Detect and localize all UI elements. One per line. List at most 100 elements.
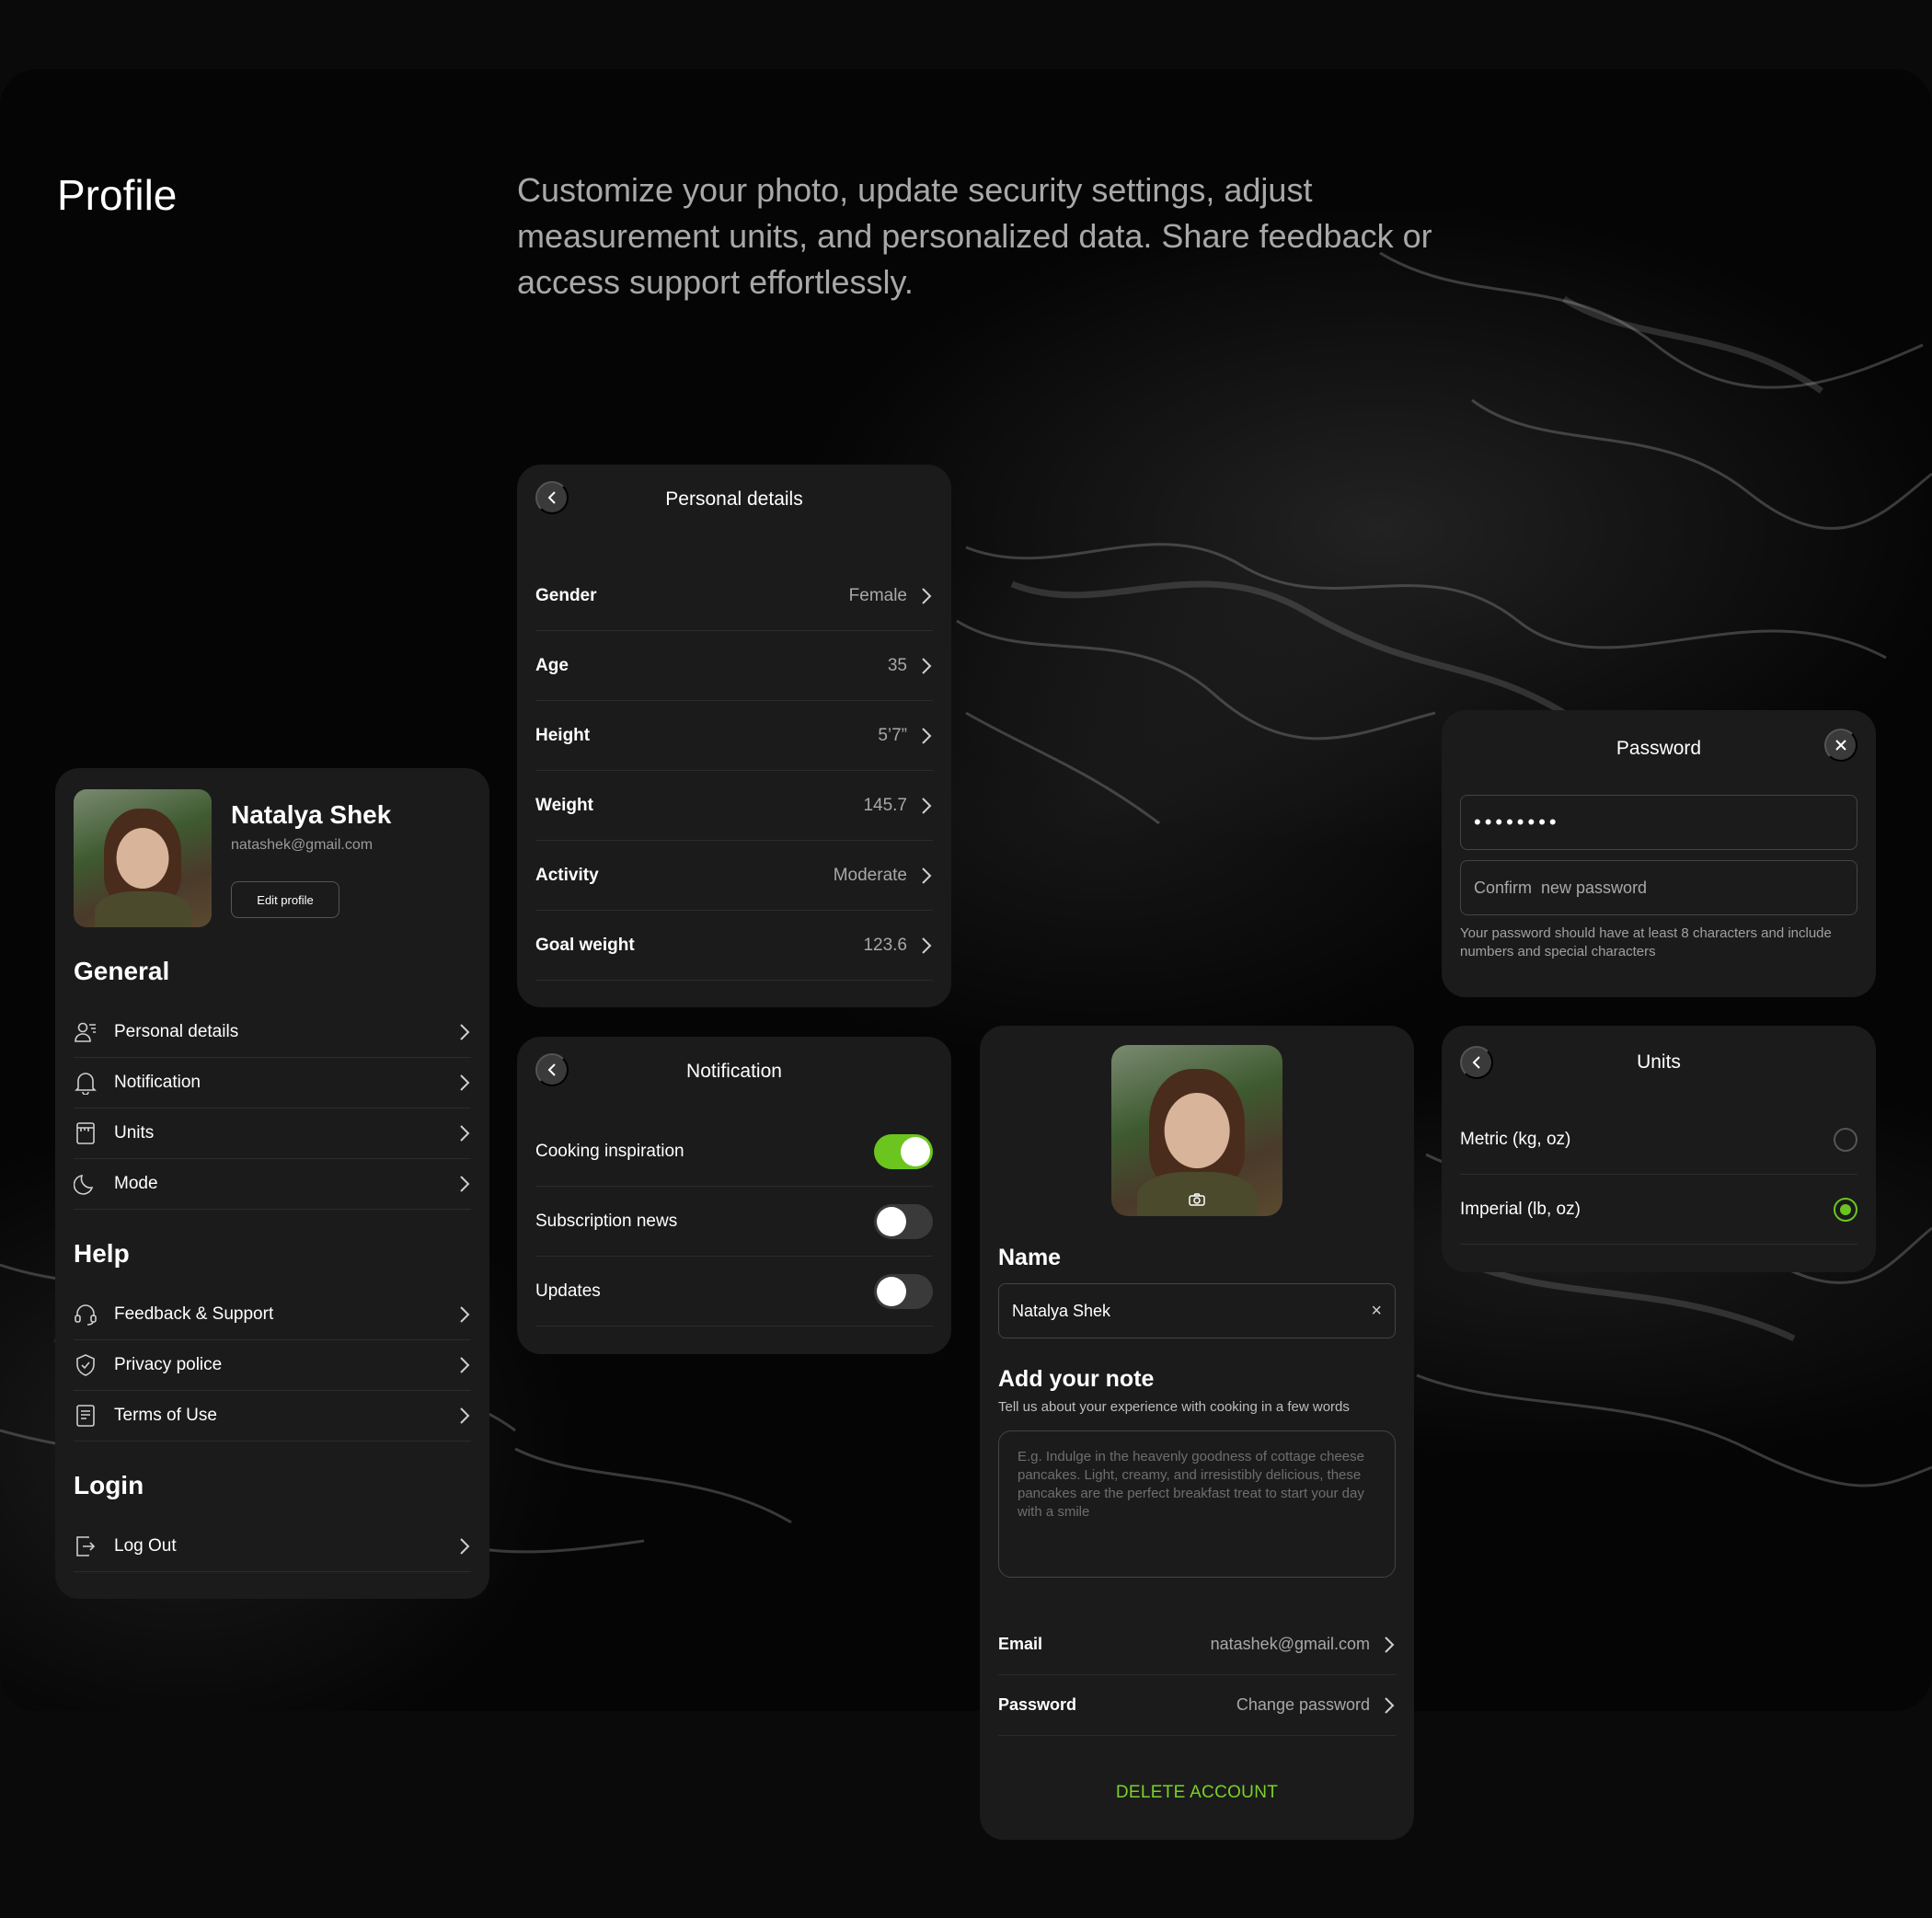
detail-row-height[interactable]: Height 5’7” bbox=[535, 701, 933, 771]
row-label: Activity bbox=[535, 865, 599, 885]
menu-item-personal-details[interactable]: Personal details bbox=[74, 1007, 471, 1058]
row-label: Password bbox=[998, 1695, 1077, 1714]
menu-item-label: Units bbox=[114, 1123, 155, 1143]
chevron-right-icon bbox=[458, 1537, 471, 1556]
confirm-password-input[interactable] bbox=[1460, 860, 1857, 915]
profile-card: Natalya Shek natashek@gmail.com Edit pro… bbox=[55, 768, 489, 1599]
detail-row-weight[interactable]: Weight 145.7 bbox=[535, 771, 933, 841]
name-input[interactable]: Natalya Shek × bbox=[998, 1283, 1396, 1338]
row-value: Change password bbox=[1236, 1695, 1370, 1714]
note-title: Add your note bbox=[998, 1366, 1155, 1392]
notification-row-subscription-news: Subscription news bbox=[535, 1187, 933, 1257]
row-value: Female bbox=[848, 585, 907, 605]
units-card: Units Metric (kg, oz) Imperial (lb, oz) bbox=[1442, 1026, 1876, 1272]
name-value: Natalya Shek bbox=[1012, 1301, 1111, 1320]
row-value: 35 bbox=[887, 655, 907, 675]
menu-item-log-out[interactable]: Log Out bbox=[74, 1522, 471, 1572]
chevron-right-icon bbox=[458, 1023, 471, 1041]
row-label: Email bbox=[998, 1635, 1043, 1653]
units-options: Metric (kg, oz) Imperial (lb, oz) bbox=[1460, 1105, 1857, 1245]
notification-row-cooking-inspiration: Cooking inspiration bbox=[535, 1117, 933, 1187]
account-row-password[interactable]: Password Change password bbox=[998, 1675, 1396, 1736]
chevron-right-icon bbox=[920, 867, 933, 885]
menu-item-terms-of-use[interactable]: Terms of Use bbox=[74, 1391, 471, 1441]
login-menu: Log Out bbox=[74, 1522, 471, 1572]
chevron-right-icon bbox=[458, 1074, 471, 1092]
password-card: Password •••••••• Your password should h… bbox=[1442, 710, 1876, 997]
toggle-switch[interactable] bbox=[874, 1133, 933, 1169]
row-value: Moderate bbox=[833, 865, 907, 885]
menu-item-label: Privacy police bbox=[114, 1355, 223, 1374]
menu-item-label: Log Out bbox=[114, 1536, 177, 1556]
section-login-title: Login bbox=[74, 1471, 144, 1499]
row-label: Cooking inspiration bbox=[535, 1141, 684, 1161]
menu-item-label: Terms of Use bbox=[114, 1406, 217, 1425]
row-value: 145.7 bbox=[863, 795, 907, 815]
toggle-switch[interactable] bbox=[874, 1273, 933, 1309]
page-title: Profile bbox=[57, 171, 178, 219]
radio-button[interactable] bbox=[1834, 1197, 1857, 1222]
avatar bbox=[74, 789, 212, 927]
row-label: Age bbox=[535, 655, 569, 675]
detail-row-goal-weight[interactable]: Goal weight 123.6 bbox=[535, 911, 933, 981]
detail-row-activity[interactable]: Activity Moderate bbox=[535, 841, 933, 911]
clear-icon[interactable]: × bbox=[1371, 1301, 1382, 1322]
note-textarea[interactable]: E.g. Indulge in the heavenly goodness of… bbox=[998, 1430, 1396, 1578]
row-label: Imperial (lb, oz) bbox=[1460, 1199, 1581, 1219]
chevron-right-icon bbox=[458, 1407, 471, 1425]
confirm-password-field[interactable] bbox=[1474, 878, 1844, 898]
notification-card: Notification Cooking inspiration Subscri… bbox=[517, 1037, 951, 1354]
chevron-right-icon bbox=[1383, 1696, 1396, 1715]
unit-option-imperial[interactable]: Imperial (lb, oz) bbox=[1460, 1175, 1857, 1245]
close-button[interactable] bbox=[1824, 729, 1857, 762]
chevron-right-icon bbox=[920, 936, 933, 955]
moon-icon bbox=[74, 1172, 98, 1196]
chevron-right-icon bbox=[458, 1175, 471, 1193]
profile-name: Natalya Shek bbox=[231, 800, 392, 829]
chevron-right-icon bbox=[920, 657, 933, 675]
chevron-right-icon bbox=[458, 1124, 471, 1143]
edit-profile-button[interactable]: Edit profile bbox=[231, 881, 339, 918]
camera-icon bbox=[1189, 1193, 1205, 1209]
menu-item-label: Personal details bbox=[114, 1022, 239, 1041]
toggle-switch[interactable] bbox=[874, 1203, 933, 1239]
section-help-title: Help bbox=[74, 1239, 130, 1268]
name-label: Name bbox=[998, 1245, 1062, 1270]
row-label: Gender bbox=[535, 585, 597, 605]
password-input[interactable]: •••••••• bbox=[1460, 795, 1857, 850]
help-menu: Feedback & Support Privacy police Terms … bbox=[74, 1290, 471, 1441]
note-subtitle: Tell us about your experience with cooki… bbox=[998, 1399, 1350, 1415]
password-hint: Your password should have at least 8 cha… bbox=[1460, 925, 1832, 959]
account-list: Email natashek@gmail.com Password Change… bbox=[998, 1614, 1396, 1736]
menu-item-notification[interactable]: Notification bbox=[74, 1058, 471, 1108]
menu-item-feedback-support[interactable]: Feedback & Support bbox=[74, 1290, 471, 1340]
row-value: 5’7” bbox=[878, 725, 907, 745]
chevron-right-icon bbox=[1383, 1636, 1396, 1654]
section-general-title: General bbox=[74, 957, 170, 985]
avatar-upload[interactable] bbox=[1111, 1045, 1282, 1216]
row-value: 123.6 bbox=[863, 935, 907, 955]
menu-item-privacy-policy[interactable]: Privacy police bbox=[74, 1340, 471, 1391]
menu-item-units[interactable]: Units bbox=[74, 1108, 471, 1159]
menu-item-label: Notification bbox=[114, 1073, 201, 1092]
detail-row-gender[interactable]: Gender Female bbox=[535, 561, 933, 631]
person-icon bbox=[74, 1020, 98, 1044]
password-title: Password bbox=[1616, 738, 1702, 759]
menu-item-label: Mode bbox=[114, 1174, 158, 1193]
radio-button[interactable] bbox=[1834, 1127, 1857, 1152]
personal-details-card: Personal details Gender Female Age 35 He… bbox=[517, 465, 951, 1007]
chevron-right-icon bbox=[920, 797, 933, 815]
unit-option-metric[interactable]: Metric (kg, oz) bbox=[1460, 1105, 1857, 1175]
delete-account-button[interactable]: DELETE ACCOUNT bbox=[980, 1783, 1414, 1803]
menu-item-mode[interactable]: Mode bbox=[74, 1159, 471, 1210]
units-title: Units bbox=[1637, 1051, 1681, 1073]
personal-details-title: Personal details bbox=[665, 488, 803, 510]
account-row-email[interactable]: Email natashek@gmail.com bbox=[998, 1614, 1396, 1675]
logout-icon bbox=[74, 1534, 98, 1558]
row-label: Weight bbox=[535, 795, 593, 815]
note-placeholder: E.g. Indulge in the heavenly goodness of… bbox=[1018, 1449, 1364, 1520]
shield-icon bbox=[74, 1353, 98, 1377]
detail-row-age[interactable]: Age 35 bbox=[535, 631, 933, 701]
row-label: Updates bbox=[535, 1281, 601, 1301]
notification-row-updates: Updates bbox=[535, 1257, 933, 1327]
